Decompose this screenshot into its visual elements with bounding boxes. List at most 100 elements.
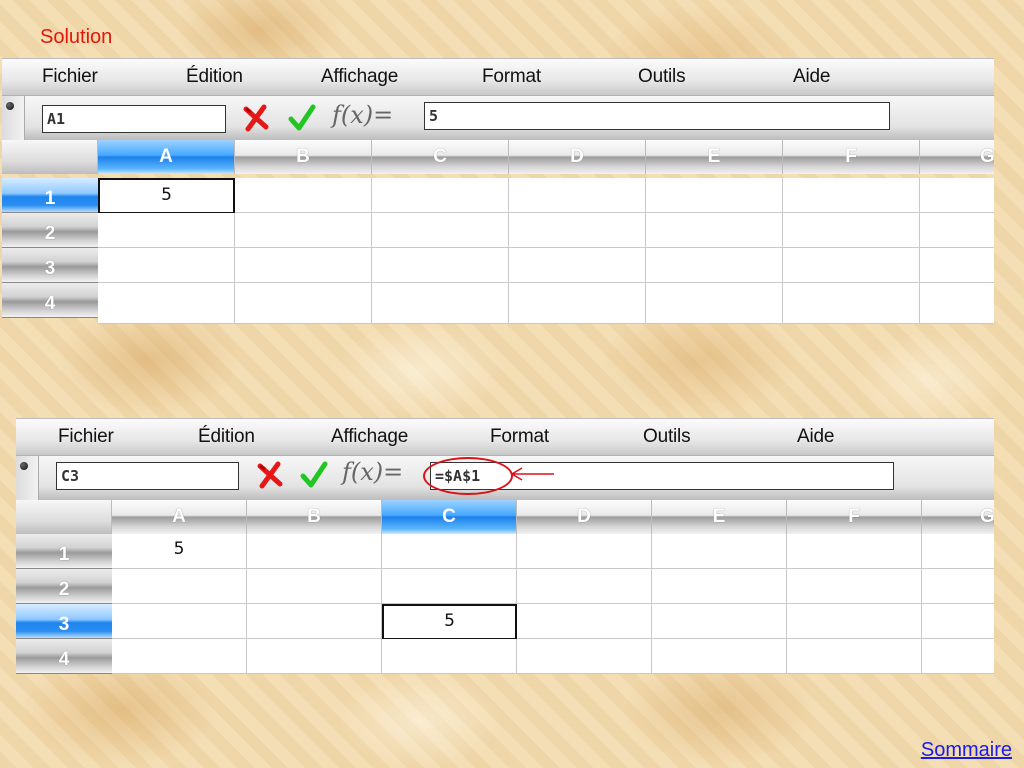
cell-b2[interactable]: [235, 213, 372, 248]
name-box[interactable]: A1: [42, 105, 226, 133]
cell-a4[interactable]: [98, 283, 235, 324]
cell-d4[interactable]: [509, 283, 646, 324]
column-header-a[interactable]: A: [112, 500, 247, 534]
sommaire-link[interactable]: Sommaire: [921, 739, 1012, 762]
cell-f1[interactable]: [787, 534, 922, 569]
column-header-d[interactable]: D: [509, 140, 646, 174]
cell-d1[interactable]: [517, 534, 652, 569]
cell-e1[interactable]: [646, 178, 783, 213]
menu-format[interactable]: Format: [490, 426, 549, 448]
column-header-b[interactable]: B: [235, 140, 372, 174]
cell-a4[interactable]: [112, 639, 247, 674]
menu-fichier[interactable]: Fichier: [42, 66, 98, 88]
cancel-x-icon[interactable]: [242, 103, 270, 133]
menu-affichage[interactable]: Affichage: [331, 426, 408, 448]
cell-a3[interactable]: [98, 248, 235, 283]
column-header-e[interactable]: E: [652, 500, 787, 534]
row-header-1[interactable]: 1: [2, 178, 99, 213]
column-header-c[interactable]: C: [382, 500, 517, 534]
cell-c4[interactable]: [372, 283, 509, 324]
cell-d3[interactable]: [509, 248, 646, 283]
cell-e3[interactable]: [652, 604, 787, 639]
cell-e3[interactable]: [646, 248, 783, 283]
row-header-1[interactable]: 1: [16, 534, 113, 569]
cell-f3[interactable]: [783, 248, 920, 283]
cell-f1[interactable]: [783, 178, 920, 213]
column-header-e[interactable]: E: [646, 140, 783, 174]
cell-b2[interactable]: [247, 569, 382, 604]
cell-g1[interactable]: [922, 534, 994, 569]
cell-c2[interactable]: [382, 569, 517, 604]
cell-f2[interactable]: [787, 569, 922, 604]
name-box[interactable]: C3: [56, 462, 239, 490]
cancel-x-icon[interactable]: [256, 460, 284, 490]
cell-c2[interactable]: [372, 213, 509, 248]
corner-header[interactable]: [2, 140, 98, 174]
cell-d2[interactable]: [509, 213, 646, 248]
cell-a1[interactable]: 5: [112, 534, 247, 569]
cell-a2[interactable]: [112, 569, 247, 604]
corner-header[interactable]: [16, 500, 112, 534]
cell-c3[interactable]: [372, 248, 509, 283]
cell-b1[interactable]: [247, 534, 382, 569]
row-header-4[interactable]: 4: [2, 283, 99, 318]
cell-b3[interactable]: [247, 604, 382, 639]
cell-c4[interactable]: [382, 639, 517, 674]
cell-c1[interactable]: [372, 178, 509, 213]
cell-c1[interactable]: [382, 534, 517, 569]
cell-g4[interactable]: [922, 639, 994, 674]
cell-b4[interactable]: [247, 639, 382, 674]
cell-d1[interactable]: [509, 178, 646, 213]
cell-e1[interactable]: [652, 534, 787, 569]
menu-fichier[interactable]: Fichier: [58, 426, 114, 448]
cell-f4[interactable]: [783, 283, 920, 324]
column-header-d[interactable]: D: [517, 500, 652, 534]
cell-c3[interactable]: 5: [382, 604, 517, 640]
menu-format[interactable]: Format: [482, 66, 541, 88]
cell-g2[interactable]: [920, 213, 994, 248]
menu-outils[interactable]: Outils: [643, 426, 691, 448]
cell-f2[interactable]: [783, 213, 920, 248]
column-header-g[interactable]: G: [920, 140, 994, 174]
column-header-f[interactable]: F: [787, 500, 922, 534]
menu-affichage[interactable]: Affichage: [321, 66, 398, 88]
toolbar-grip[interactable]: [16, 456, 39, 500]
menu-aide[interactable]: Aide: [793, 66, 830, 88]
cell-b4[interactable]: [235, 283, 372, 324]
cell-b1[interactable]: [235, 178, 372, 213]
menu-outils[interactable]: Outils: [638, 66, 686, 88]
cell-g1[interactable]: [920, 178, 994, 213]
row-header-2[interactable]: 2: [2, 213, 99, 248]
cell-a1[interactable]: 5: [98, 178, 235, 214]
cell-g3[interactable]: [920, 248, 994, 283]
column-header-a[interactable]: A: [98, 140, 235, 174]
cell-e4[interactable]: [646, 283, 783, 324]
cell-a2[interactable]: [98, 213, 235, 248]
cell-g2[interactable]: [922, 569, 994, 604]
cell-b3[interactable]: [235, 248, 372, 283]
row-header-3[interactable]: 3: [2, 248, 99, 283]
cell-e4[interactable]: [652, 639, 787, 674]
cell-d3[interactable]: [517, 604, 652, 639]
menu-edition[interactable]: Édition: [198, 426, 255, 448]
row-header-3[interactable]: 3: [16, 604, 113, 639]
menu-aide[interactable]: Aide: [797, 426, 834, 448]
row-header-2[interactable]: 2: [16, 569, 113, 604]
column-header-b[interactable]: B: [247, 500, 382, 534]
cell-g3[interactable]: [922, 604, 994, 639]
accept-check-icon[interactable]: [300, 460, 328, 490]
cell-e2[interactable]: [646, 213, 783, 248]
column-header-c[interactable]: C: [372, 140, 509, 174]
column-header-f[interactable]: F: [783, 140, 920, 174]
row-header-4[interactable]: 4: [16, 639, 113, 674]
cell-e2[interactable]: [652, 569, 787, 604]
formula-input[interactable]: 5: [424, 102, 890, 130]
accept-check-icon[interactable]: [288, 103, 316, 133]
cell-f3[interactable]: [787, 604, 922, 639]
cell-a3[interactable]: [112, 604, 247, 639]
toolbar-grip[interactable]: [2, 96, 25, 140]
cell-f4[interactable]: [787, 639, 922, 674]
menu-edition[interactable]: Édition: [186, 66, 243, 88]
cell-d2[interactable]: [517, 569, 652, 604]
cell-d4[interactable]: [517, 639, 652, 674]
